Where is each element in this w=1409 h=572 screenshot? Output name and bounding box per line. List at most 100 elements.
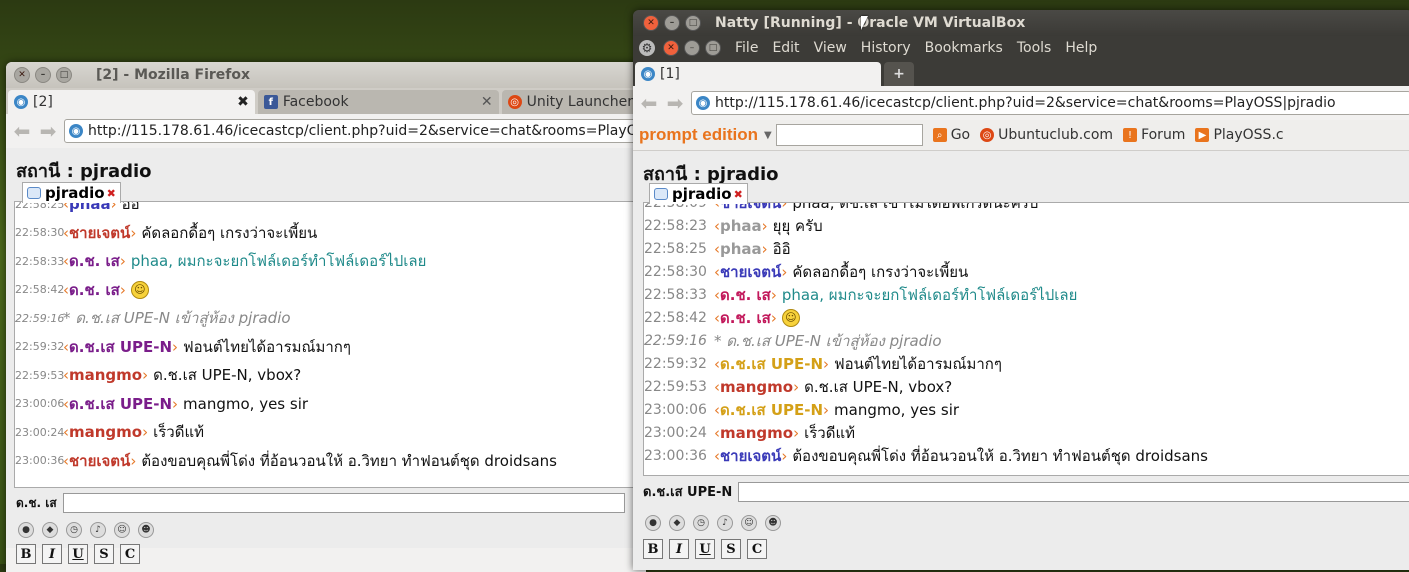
message-time: 23:00:36 [15,454,65,468]
italic-button[interactable]: I [42,544,62,564]
chat-room-tab[interactable]: pjradio ✖ [649,183,748,204]
message-nick[interactable]: ‹ด.ช.เส UPE-N› [714,398,829,422]
page-title: สถานี : pjradio [643,164,779,185]
nick-text: ด.ช.เส UPE-N [69,394,173,413]
user-icon[interactable]: ☻ [765,515,781,531]
chat-room-label: pjradio [45,184,105,202]
gear-icon[interactable]: ⚙ [639,40,655,56]
message-nick[interactable]: ‹phaa› [714,240,768,258]
close-room-icon[interactable]: ✖ [107,187,116,200]
underline-button[interactable]: U [695,539,715,559]
forum-link[interactable]: ! Forum [1123,127,1185,143]
message-time: 22:58:33 [644,286,707,303]
nick-bracket: › [781,262,788,281]
clock-icon[interactable]: ◷ [66,522,82,538]
message-nick[interactable]: ‹ด.ช. เส› [714,283,777,307]
message-nick[interactable]: ‹mangmo› [714,424,799,442]
message-nick[interactable]: ‹mangmo› [63,366,148,384]
guest-maximize-icon[interactable]: □ [705,40,721,56]
color-button[interactable]: C [120,544,140,564]
menu-help[interactable]: Help [1065,40,1097,56]
menu-bookmarks[interactable]: Bookmarks [925,40,1003,56]
tab-chat[interactable]: ◉ [1] [635,62,881,86]
back-icon[interactable]: ⬅ [12,119,32,143]
user-icon[interactable]: ☻ [138,522,154,538]
chat-message: 22:58:25 ‹phaa› อิอิ [644,237,1409,260]
smiley-icon[interactable]: ☺ [114,522,130,538]
maximize-icon[interactable]: □ [685,15,701,31]
message-nick[interactable]: ‹phaa› [714,217,768,235]
chat-input[interactable] [738,481,1409,502]
menu-file[interactable]: File [735,40,758,56]
playoss-link[interactable]: ▶ PlayOSS.c [1195,127,1284,143]
settings-icon[interactable]: ◆ [669,515,685,531]
tab-facebook[interactable]: f Facebook ✕ [257,90,499,114]
message-nick[interactable]: ‹ด.ช. เส› [63,249,126,273]
maximize-icon[interactable]: □ [56,67,72,83]
go-label: Go [950,127,971,143]
strike-button[interactable]: S [721,539,741,559]
message-nick[interactable]: ‹mangmo› [63,423,148,441]
window-title: Natty [Running] - Oracle VM VirtualBox [715,15,1026,31]
menu-edit[interactable]: Edit [772,40,799,56]
message-nick[interactable]: ‹ชายเจตน์› [63,449,136,473]
nick-text: mangmo [69,366,143,385]
message-nick[interactable]: ‹mangmo› [714,378,799,396]
tab-chat[interactable]: ◉ [2] ✖ [8,90,255,114]
sound-icon[interactable]: ♪ [717,515,733,531]
guest-minimize-icon[interactable]: – [684,40,700,56]
bold-button[interactable]: B [16,544,36,564]
sound-icon[interactable]: ♪ [90,522,106,538]
go-button[interactable]: ⌕ Go [932,127,971,143]
underline-button[interactable]: U [68,544,88,564]
tab-unity-launcher[interactable]: ◎ Unity Launcher [501,90,643,114]
color-button[interactable]: C [747,539,767,559]
close-icon[interactable]: ✕ [14,67,30,83]
chat-room-tab[interactable]: pjradio ✖ [22,182,121,203]
forward-icon[interactable]: ➡ [38,119,58,143]
close-icon[interactable]: ✕ [643,15,659,31]
url-bar[interactable]: ◉ http://115.178.61.46/icecastcp/client.… [64,119,646,143]
dropdown-icon[interactable]: ▼ [764,130,772,141]
close-tab-icon[interactable]: ✖ [229,94,249,110]
smiley-icon[interactable]: ☺ [741,515,757,531]
ubuntuclub-link[interactable]: ◎ Ubuntuclub.com [980,127,1113,143]
new-tab-button[interactable]: + [884,62,914,86]
message-nick[interactable]: ‹ด.ช. เส› [63,278,126,302]
forward-icon[interactable]: ➡ [665,91,685,115]
guest-close-icon[interactable]: ✕ [663,40,679,56]
search-input[interactable] [775,124,923,146]
menu-view[interactable]: View [814,40,847,56]
message-nick[interactable]: ‹ชายเจตน์› [714,260,787,284]
message-nick[interactable]: ‹ด.ช.เส UPE-N› [63,335,178,359]
chat-message: 22:58:42 ‹ด.ช. เส› ☺ [15,276,646,305]
color-icon[interactable]: ● [645,515,661,531]
chat-input[interactable] [62,493,625,513]
bold-button[interactable]: B [643,539,663,559]
message-nick[interactable]: ‹ด.ช.เส UPE-N› [63,392,178,416]
message-nick[interactable]: ‹ด.ช. เส› [714,306,777,330]
menu-history[interactable]: History [861,40,911,56]
close-tab-icon[interactable]: ✕ [473,94,493,110]
close-room-icon[interactable]: ✖ [734,188,743,201]
chat-message: 22:58:23 ‹phaa› ยุยุ ครับ [644,214,1409,237]
italic-button[interactable]: I [669,539,689,559]
page-title: สถานี : pjradio [16,161,152,182]
message-nick[interactable]: ‹ชายเจตน์› [63,221,136,245]
back-icon[interactable]: ⬅ [639,91,659,115]
menu-tools[interactable]: Tools [1017,40,1052,56]
message-time: 22:59:32 [644,355,707,372]
nick-text: ชายเจตน์ [720,262,782,281]
nick-bracket: › [142,423,149,442]
chat-message: 22:59:16 * ด.ช.เส UPE-N เข้าสู่ห้อง pjrad… [644,329,1409,352]
color-icon[interactable]: ● [18,522,34,538]
clock-icon[interactable]: ◷ [693,515,709,531]
minimize-icon[interactable]: – [35,67,51,83]
strike-button[interactable]: S [94,544,114,564]
message-time: 22:58:33 [15,254,65,268]
message-nick[interactable]: ‹ด.ช.เส UPE-N› [714,352,829,376]
message-nick[interactable]: ‹ชายเจตน์› [714,444,787,468]
settings-icon[interactable]: ◆ [42,522,58,538]
url-bar[interactable]: ◉ http://115.178.61.46/icecastcp/client.… [691,91,1409,115]
minimize-icon[interactable]: – [664,15,680,31]
